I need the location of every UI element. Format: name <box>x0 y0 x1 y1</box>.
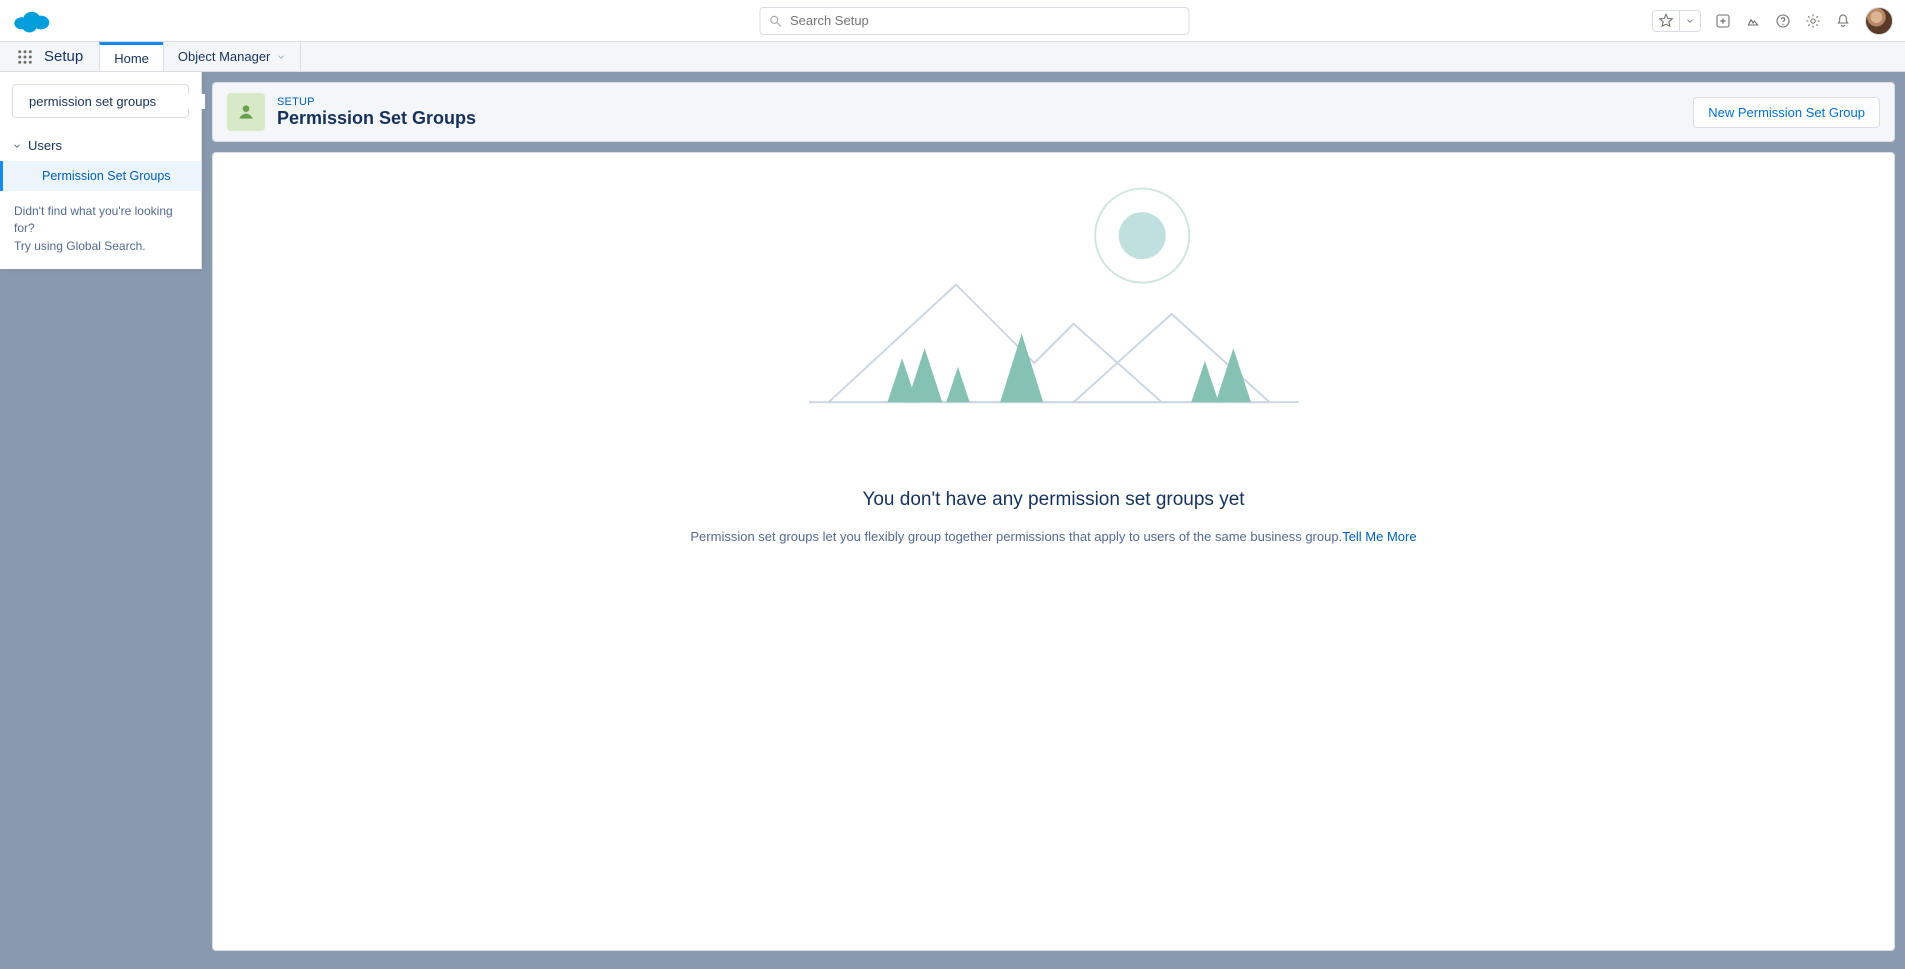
global-create-button[interactable] <box>1715 13 1731 29</box>
quick-find-panel: Users Permission Set Groups Didn't find … <box>0 72 202 269</box>
search-icon <box>768 14 782 28</box>
tab-label: Object Manager <box>178 49 271 64</box>
tell-me-more-link[interactable]: Tell Me More <box>1342 529 1416 544</box>
breadcrumb[interactable]: SETUP <box>277 96 476 108</box>
global-search[interactable] <box>759 7 1189 35</box>
bell-icon <box>1835 13 1851 29</box>
quick-find-helper-line2: Try using Global Search. <box>14 239 146 253</box>
favorites-split-button[interactable] <box>1652 10 1701 32</box>
global-header <box>0 0 1905 42</box>
main-area: SETUP Permission Set Groups New Permissi… <box>212 82 1895 951</box>
tree-item-permission-set-groups[interactable]: Permission Set Groups <box>0 161 201 191</box>
star-icon <box>1658 13 1674 29</box>
notifications-button[interactable] <box>1835 13 1851 29</box>
app-launcher[interactable]: Setup <box>0 42 99 71</box>
page-header-icon <box>227 93 265 131</box>
quick-find-search[interactable] <box>12 84 189 118</box>
content-card: You don't have any permission set groups… <box>212 152 1895 951</box>
context-tabs: Home Object Manager <box>99 42 301 71</box>
body: SETUP Permission Set Groups New Permissi… <box>0 72 1905 969</box>
chevron-down-icon <box>276 52 286 62</box>
tab-home[interactable]: Home <box>99 42 163 71</box>
favorite-star-button[interactable] <box>1653 11 1679 31</box>
global-search-input[interactable] <box>790 13 1180 28</box>
chevron-small-down-icon <box>12 141 22 151</box>
person-icon <box>236 102 256 122</box>
tree-item-label: Permission Set Groups <box>42 169 171 183</box>
create-icon <box>1715 13 1731 29</box>
quick-find-helper: Didn't find what you're looking for? Try… <box>0 191 201 255</box>
trailhead-icon <box>1745 13 1761 29</box>
trailhead-button[interactable] <box>1745 13 1761 29</box>
tree-category-users[interactable]: Users <box>0 130 201 161</box>
gear-icon <box>1805 13 1821 29</box>
new-permission-set-group-button[interactable]: New Permission Set Group <box>1693 97 1880 128</box>
page-header: SETUP Permission Set Groups New Permissi… <box>212 82 1895 142</box>
empty-state-illustration <box>809 167 1299 461</box>
salesforce-logo <box>12 8 50 34</box>
page-title: Permission Set Groups <box>277 108 476 129</box>
tab-object-manager[interactable]: Object Manager <box>163 42 302 71</box>
chevron-down-icon <box>1685 16 1695 26</box>
breadcrumb-link[interactable]: SETUP <box>277 96 315 108</box>
empty-state-title: You don't have any permission set groups… <box>862 489 1244 511</box>
favorite-dropdown[interactable] <box>1679 11 1700 31</box>
context-bar: Setup Home Object Manager <box>0 42 1905 72</box>
empty-state-subtitle-text: Permission set groups let you flexibly g… <box>690 529 1342 544</box>
help-icon <box>1775 13 1791 29</box>
help-button[interactable] <box>1775 13 1791 29</box>
quick-find-input[interactable] <box>29 94 205 109</box>
empty-state-subtitle: Permission set groups let you flexibly g… <box>690 529 1416 544</box>
global-actions <box>1652 7 1893 35</box>
tree-category-label: Users <box>28 138 62 153</box>
setup-gear-button[interactable] <box>1805 13 1821 29</box>
tab-label: Home <box>114 51 149 66</box>
app-name: Setup <box>44 48 83 65</box>
page-header-text: SETUP Permission Set Groups <box>277 96 476 129</box>
user-avatar[interactable] <box>1865 7 1893 35</box>
app-launcher-icon <box>16 48 34 66</box>
quick-find-helper-line1: Didn't find what you're looking for? <box>14 204 173 235</box>
